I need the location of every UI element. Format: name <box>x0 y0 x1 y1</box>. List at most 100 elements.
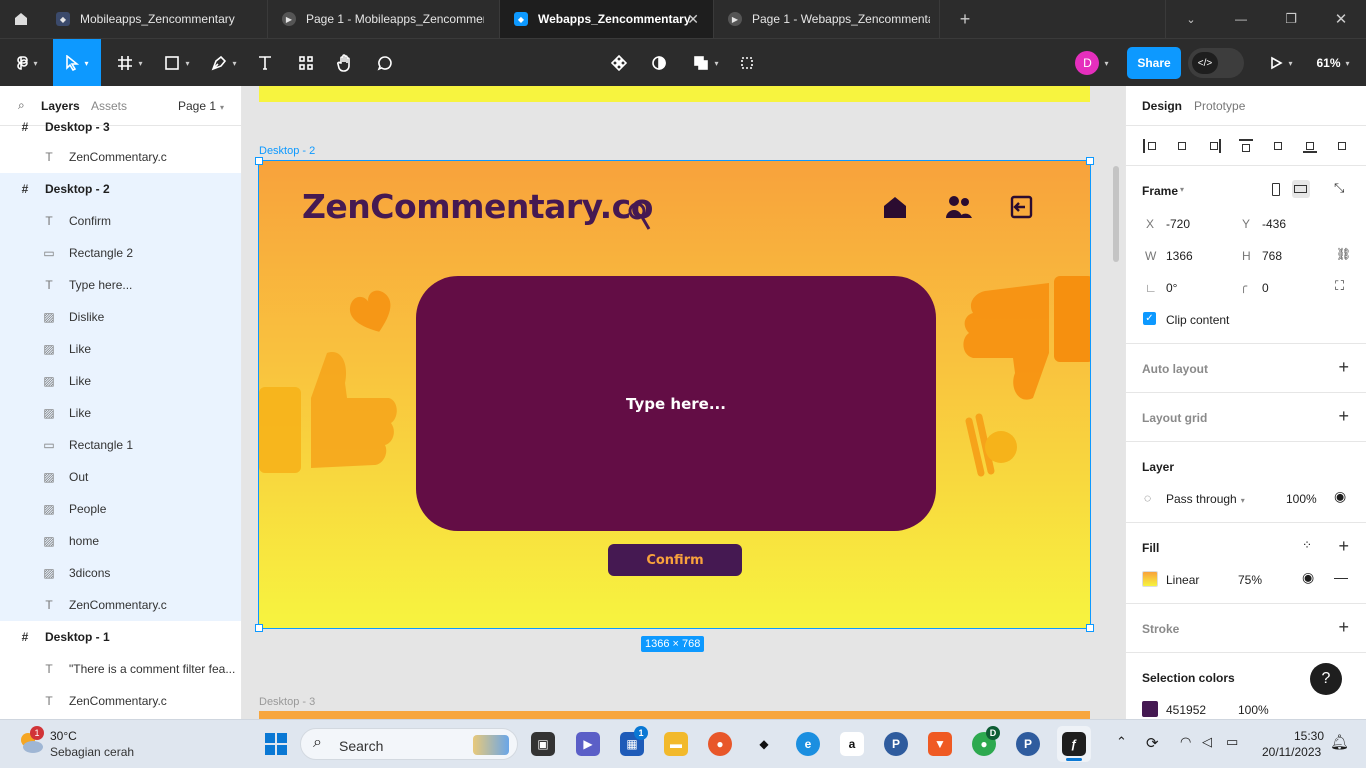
close-tab-icon[interactable]: ✕ <box>687 11 699 28</box>
present-button[interactable]: ▾ <box>1262 39 1300 87</box>
dev-mode-toggle[interactable]: </> <box>1188 48 1244 78</box>
style-icon[interactable]: ⁘ <box>1302 538 1312 552</box>
comment-textbox[interactable]: Type here... <box>416 276 936 531</box>
x-input[interactable]: -720 <box>1166 217 1190 231</box>
add-auto-layout-icon[interactable]: + <box>1338 358 1349 376</box>
canvas[interactable]: Desktop - 2 ZenCommentary.co Type here..… <box>242 86 1125 719</box>
comment-tool-button[interactable] <box>372 39 398 87</box>
remove-fill-icon[interactable]: — <box>1334 569 1348 585</box>
move-tool-button[interactable]: ▾ <box>53 39 101 87</box>
layer-image[interactable]: ▨ Like <box>0 333 241 365</box>
edge-icon[interactable]: e <box>796 732 820 756</box>
taskbar-search-box[interactable]: ⌕ Search <box>300 728 518 760</box>
layer-text[interactable]: T ZenCommentary.c <box>0 141 241 173</box>
pwa-app-icon[interactable]: P <box>884 732 908 756</box>
layer-text[interactable]: T Confirm <box>0 205 241 237</box>
home-icon[interactable] <box>883 195 907 219</box>
tab-mobileapps[interactable]: ◆ Mobileapps_Zencommentary <box>42 0 268 38</box>
align-left-icon[interactable] <box>1143 139 1157 153</box>
tab-page1-webapps[interactable]: ▶ Page 1 - Webapps_Zencommentary <box>714 0 940 38</box>
align-vertical-center-icon[interactable] <box>1271 139 1285 153</box>
file-explorer-icon[interactable]: ▬ <box>664 732 688 756</box>
task-view-icon[interactable]: ▣ <box>531 732 555 756</box>
tab-webapps[interactable]: ◆ Webapps_Zencommentary ✕ <box>500 0 714 38</box>
resources-button[interactable] <box>292 39 320 87</box>
layer-rectangle[interactable]: ▭ Rectangle 1 <box>0 429 241 461</box>
frame-label[interactable]: Desktop - 2 <box>259 145 315 157</box>
frame-section-title[interactable]: Frame <box>1142 184 1178 198</box>
clock-time[interactable]: 15:30 <box>1294 729 1324 743</box>
align-right-icon[interactable] <box>1207 139 1221 153</box>
home-icon[interactable] <box>0 0 42 38</box>
battery-icon[interactable]: ▭ <box>1226 734 1238 750</box>
auto-layout-title[interactable]: Auto layout <box>1142 362 1208 376</box>
eye-icon[interactable]: ◉ <box>1334 488 1346 505</box>
weather-widget[interactable]: 1 <box>18 726 44 756</box>
window-close-icon[interactable]: ✕ <box>1328 0 1354 38</box>
add-fill-icon[interactable]: + <box>1338 537 1349 555</box>
sync-icon[interactable]: ⟳ <box>1146 734 1159 752</box>
layer-image[interactable]: ▨ 3dicons <box>0 557 241 589</box>
chevron-down-icon[interactable]: ⌄ <box>1178 0 1204 38</box>
layer-image[interactable]: ▨ Like <box>0 365 241 397</box>
people-icon[interactable] <box>945 195 973 219</box>
layer-image[interactable]: ▨ home <box>0 525 241 557</box>
y-input[interactable]: -436 <box>1262 217 1286 231</box>
help-button[interactable]: ? <box>1310 663 1342 695</box>
eye-icon[interactable]: ◉ <box>1302 569 1314 586</box>
align-top-icon[interactable] <box>1239 139 1253 153</box>
firefox-icon[interactable]: ● <box>708 732 732 756</box>
fill-swatch[interactable] <box>1142 571 1158 587</box>
chrome-icon[interactable]: ● D <box>972 726 1000 756</box>
resize-icon[interactable]: ⤡ <box>1334 180 1344 196</box>
resize-handle-top-left[interactable] <box>255 157 263 165</box>
fill-opacity-input[interactable]: 75% <box>1238 573 1262 587</box>
layer-frame-desktop-2[interactable]: # Desktop - 2 <box>0 173 241 205</box>
volume-icon[interactable]: ◁ <box>1202 734 1212 750</box>
tab-page1-mobileapps[interactable]: ▶ Page 1 - Mobileapps_Zencommentary <box>268 0 500 38</box>
frame-tool-button[interactable]: ▾ <box>110 39 150 87</box>
height-input[interactable]: 768 <box>1262 249 1282 263</box>
teams-icon[interactable]: ▶ <box>576 732 600 756</box>
chevron-up-icon[interactable]: ⌃ <box>1116 734 1127 750</box>
wifi-icon[interactable]: ◠ <box>1180 734 1191 750</box>
layer-image[interactable]: ▨ Like <box>0 397 241 429</box>
layer-text[interactable]: T "There is a comment filter fea... <box>0 653 241 685</box>
new-tab-icon[interactable]: + <box>950 0 980 38</box>
selection-color-hex[interactable]: 451952 <box>1166 703 1206 717</box>
blend-mode-select[interactable]: Pass through ▾ <box>1166 492 1245 506</box>
zoom-menu[interactable]: 61% ▾ <box>1308 39 1358 87</box>
constrain-proportions-icon[interactable]: ⛓ <box>1336 247 1351 261</box>
add-stroke-icon[interactable]: + <box>1338 618 1349 636</box>
frame-desktop-3-preview[interactable] <box>259 711 1090 719</box>
layer-image[interactable]: ▨ Out <box>0 461 241 493</box>
stroke-title[interactable]: Stroke <box>1142 622 1179 636</box>
resize-handle-top-right[interactable] <box>1086 157 1094 165</box>
distribute-icon[interactable] <box>1335 139 1349 153</box>
align-horizontal-center-icon[interactable] <box>1175 139 1189 153</box>
layer-frame-desktop-3[interactable]: # Desktop - 3 <box>0 111 241 143</box>
windows-start-icon[interactable] <box>264 732 288 756</box>
width-input[interactable]: 1366 <box>1166 249 1193 263</box>
add-layout-grid-icon[interactable]: + <box>1338 407 1349 425</box>
landscape-toggle[interactable] <box>1292 180 1310 198</box>
share-button[interactable]: Share <box>1127 47 1181 79</box>
user-avatar-button[interactable]: D ▾ <box>1068 39 1116 87</box>
resize-handle-bottom-right[interactable] <box>1086 624 1094 632</box>
radius-input[interactable]: 0 <box>1262 281 1269 295</box>
notification-bell-icon[interactable]: 🔔︎ <box>1330 733 1349 751</box>
clock-date[interactable]: 20/11/2023 <box>1262 745 1321 759</box>
text-tool-button[interactable] <box>252 39 278 87</box>
tab-prototype[interactable]: Prototype <box>1194 99 1245 113</box>
layer-image[interactable]: ▨ People <box>0 493 241 525</box>
brave-icon[interactable]: ▼ <box>928 732 952 756</box>
layer-text[interactable]: T ZenCommentary.c <box>0 685 241 717</box>
selection-color-swatch[interactable] <box>1142 701 1158 717</box>
chevron-down-icon[interactable]: ▾ <box>1180 185 1184 194</box>
dropbox-icon[interactable]: ◆ <box>752 732 776 756</box>
shape-tool-button[interactable]: ▾ <box>157 39 197 87</box>
rotation-input[interactable]: 0° <box>1166 281 1177 295</box>
boolean-button[interactable]: ▾ <box>688 39 724 87</box>
pen-tool-button[interactable]: ▾ <box>204 39 244 87</box>
amazon-icon[interactable]: a <box>840 732 864 756</box>
